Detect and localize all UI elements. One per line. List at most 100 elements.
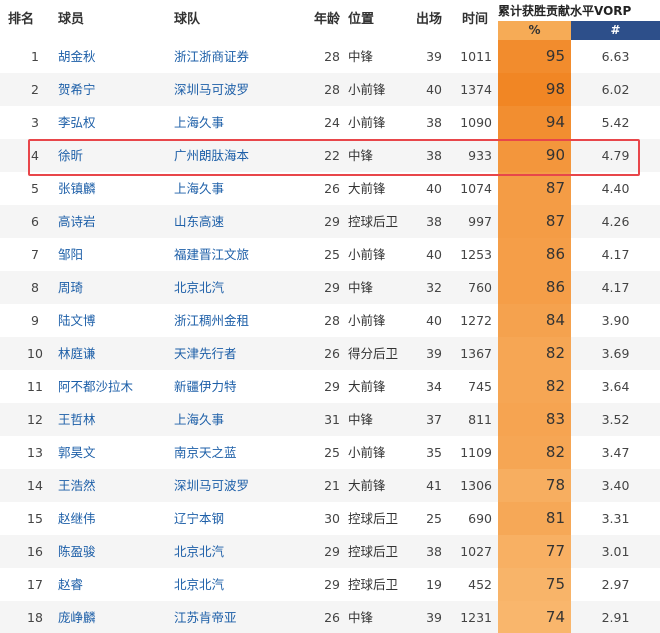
vorp-value-cell: 4.40 [601, 181, 630, 196]
header-player[interactable]: 球员 [58, 0, 84, 40]
table-row: 18 庞峥麟 江苏肯帝亚 26 中锋 39 1231 74 2.91 [0, 601, 660, 633]
player-link[interactable]: 张镇麟 [58, 172, 96, 205]
team-link[interactable]: 南京天之蓝 [174, 436, 237, 469]
position-cell: 控球后卫 [348, 214, 399, 229]
games-cell: 40 [426, 313, 442, 328]
team-link[interactable]: 福建晋江文旅 [174, 238, 249, 271]
team-link[interactable]: 上海久事 [174, 172, 224, 205]
table-row: 14 王浩然 深圳马可波罗 21 大前锋 41 1306 78 3.40 [0, 469, 660, 502]
vorp-percentile-cell: 84 [498, 304, 571, 337]
age-cell: 29 [324, 280, 340, 295]
player-link[interactable]: 陈盈骏 [58, 535, 96, 568]
table-body: 1 胡金秋 浙江浙商证券 28 中锋 39 1011 95 6.63 2 贺希宁 深圳马可波罗 28 小前… [0, 40, 660, 633]
age-cell: 29 [324, 214, 340, 229]
position-cell: 小前锋 [348, 115, 386, 130]
table-row: 13 郭昊文 南京天之蓝 25 小前锋 35 1109 82 3.47 [0, 436, 660, 469]
team-link[interactable]: 山东高速 [174, 205, 224, 238]
games-cell: 40 [426, 82, 442, 97]
header-rank[interactable]: 排名 [8, 0, 34, 40]
team-link[interactable]: 北京北汽 [174, 271, 224, 304]
player-link[interactable]: 阿不都沙拉木 [58, 370, 133, 403]
player-link[interactable]: 李弘权 [58, 106, 96, 139]
team-link[interactable]: 浙江稠州金租 [174, 304, 249, 337]
age-cell: 28 [324, 82, 340, 97]
minutes-cell: 1231 [460, 610, 492, 625]
vorp-value-cell: 3.01 [601, 544, 630, 559]
games-cell: 41 [426, 478, 442, 493]
rank-cell: 16 [27, 544, 43, 559]
age-cell: 30 [324, 511, 340, 526]
player-link[interactable]: 郭昊文 [58, 436, 96, 469]
rank-cell: 2 [31, 82, 39, 97]
player-link[interactable]: 周琦 [58, 271, 83, 304]
vorp-value-cell: 6.02 [601, 82, 630, 97]
team-link[interactable]: 天津先行者 [174, 337, 237, 370]
table-row: 5 张镇麟 上海久事 26 大前锋 40 1074 87 4.40 [0, 172, 660, 205]
header-age[interactable]: 年龄 [314, 0, 340, 40]
minutes-cell: 1090 [460, 115, 492, 130]
player-link[interactable]: 林庭谦 [58, 337, 96, 370]
position-cell: 小前锋 [348, 445, 386, 460]
table-row: 2 贺希宁 深圳马可波罗 28 小前锋 40 1374 98 6.02 [0, 73, 660, 106]
header-vorp-title: 累计获胜贡献水平VORP [498, 4, 632, 18]
age-cell: 29 [324, 379, 340, 394]
games-cell: 37 [426, 412, 442, 427]
vorp-value-cell: 3.52 [601, 412, 630, 427]
age-cell: 24 [324, 115, 340, 130]
minutes-cell: 760 [468, 280, 492, 295]
games-cell: 38 [426, 148, 442, 163]
team-link[interactable]: 浙江浙商证券 [174, 40, 249, 73]
player-link[interactable]: 庞峥麟 [58, 601, 96, 633]
player-link[interactable]: 王哲林 [58, 403, 96, 436]
header-team[interactable]: 球队 [174, 0, 200, 40]
player-link[interactable]: 邹阳 [58, 238, 83, 271]
player-link[interactable]: 陆文博 [58, 304, 96, 337]
age-cell: 26 [324, 346, 340, 361]
vorp-value-cell: 3.40 [601, 478, 630, 493]
team-link[interactable]: 深圳马可波罗 [174, 469, 249, 502]
rank-cell: 1 [31, 49, 39, 64]
team-link[interactable]: 辽宁本钢 [174, 502, 224, 535]
position-cell: 中锋 [348, 412, 374, 427]
position-cell: 中锋 [348, 610, 374, 625]
player-link[interactable]: 高诗岩 [58, 205, 96, 238]
vorp-percentile-cell: 82 [498, 370, 571, 403]
games-cell: 40 [426, 247, 442, 262]
age-cell: 22 [324, 148, 340, 163]
vorp-value-cell: 4.17 [601, 247, 630, 262]
header-games[interactable]: 出场 [416, 0, 442, 40]
games-cell: 19 [426, 577, 442, 592]
player-link[interactable]: 赵睿 [58, 568, 83, 601]
team-link[interactable]: 上海久事 [174, 106, 224, 139]
rank-cell: 18 [27, 610, 43, 625]
age-cell: 25 [324, 445, 340, 460]
header-vorp-percent[interactable]: % [498, 21, 571, 40]
vorp-value-cell: 4.17 [601, 280, 630, 295]
player-link[interactable]: 胡金秋 [58, 40, 96, 73]
vorp-percentile-cell: 75 [498, 568, 571, 601]
minutes-cell: 1367 [460, 346, 492, 361]
header-position[interactable]: 位置 [348, 0, 374, 40]
team-link[interactable]: 北京北汽 [174, 568, 224, 601]
rank-cell: 9 [31, 313, 39, 328]
player-link[interactable]: 赵继伟 [58, 502, 96, 535]
player-link[interactable]: 王浩然 [58, 469, 96, 502]
minutes-cell: 1074 [460, 181, 492, 196]
team-link[interactable]: 上海久事 [174, 403, 224, 436]
position-cell: 大前锋 [348, 379, 386, 394]
games-cell: 34 [426, 379, 442, 394]
vorp-value-cell: 4.79 [601, 148, 630, 163]
team-link[interactable]: 深圳马可波罗 [174, 73, 249, 106]
team-link[interactable]: 广州朗肽海本 [174, 139, 249, 172]
games-cell: 38 [426, 214, 442, 229]
vorp-percentile-cell: 77 [498, 535, 571, 568]
table-row: 8 周琦 北京北汽 29 中锋 32 760 86 4.17 [0, 271, 660, 304]
team-link[interactable]: 江苏肯帝亚 [174, 601, 237, 633]
team-link[interactable]: 新疆伊力特 [174, 370, 237, 403]
header-vorp-number[interactable]: # [571, 21, 660, 40]
minutes-cell: 1109 [460, 445, 492, 460]
header-time[interactable]: 时间 [462, 0, 488, 40]
team-link[interactable]: 北京北汽 [174, 535, 224, 568]
player-link[interactable]: 徐昕 [58, 139, 83, 172]
player-link[interactable]: 贺希宁 [58, 73, 96, 106]
